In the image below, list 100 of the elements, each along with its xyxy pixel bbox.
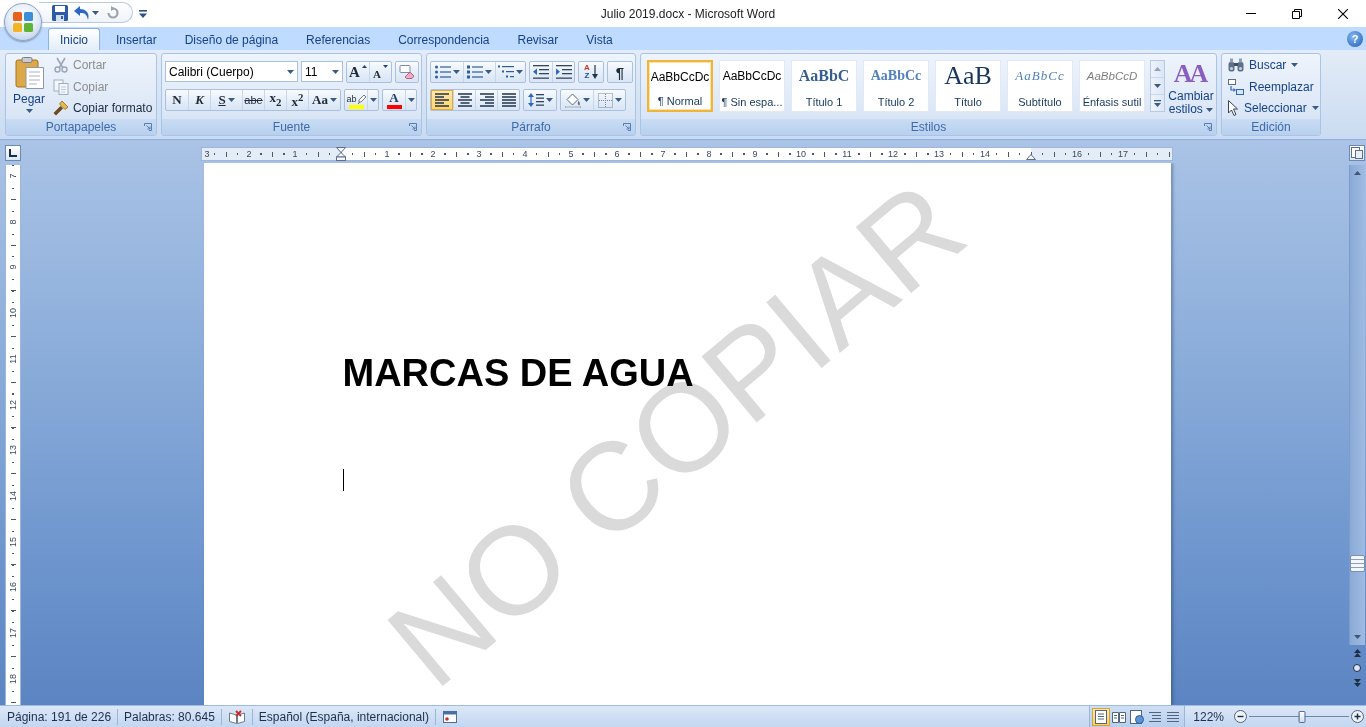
replace-button[interactable]: Reemplazar (1226, 75, 1320, 98)
line-spacing-button[interactable] (523, 89, 557, 111)
sort-button[interactable]: A Z (578, 61, 604, 83)
ruler-number: 17 (8, 626, 18, 640)
left-indent-handle[interactable] (336, 147, 346, 161)
caret-icon (369, 98, 377, 102)
print-layout-button[interactable] (1092, 707, 1111, 726)
ruler-number: 11 (8, 352, 18, 366)
style-gallery-item[interactable]: AaB Título (935, 60, 1001, 112)
find-button[interactable]: Buscar (1226, 54, 1320, 76)
caret-icon (545, 98, 553, 102)
scrollbar-thumb[interactable] (1350, 555, 1365, 572)
view-ruler-button[interactable] (1349, 145, 1365, 161)
ruler-number: 7 (658, 148, 668, 160)
highlight-button[interactable]: ab (345, 90, 367, 110)
caret-icon (92, 10, 99, 15)
ruler-number: 14 (8, 488, 18, 503)
ribbon-tab[interactable]: Insertar (104, 28, 169, 50)
down-triangle-icon (1154, 84, 1161, 88)
dialog-launcher-button[interactable] (144, 123, 152, 131)
ruler-number: 3 (202, 148, 212, 160)
font-size-field[interactable]: 11 (301, 61, 343, 82)
zoom-slider-thumb[interactable] (1298, 710, 1306, 723)
ribbon-tab[interactable]: Vista (574, 28, 625, 50)
caret-up-icon (361, 65, 367, 68)
proofing-button[interactable] (228, 709, 245, 724)
tab-stop-button[interactable] (5, 145, 21, 161)
save-button[interactable] (51, 3, 69, 22)
font-color-button[interactable]: A (383, 90, 405, 110)
superscript-button[interactable]: x$^{2}$ (286, 90, 308, 110)
style-gallery-item[interactable]: AaBbCc Subtítulo (1007, 60, 1073, 112)
style-gallery-item[interactable]: AaBbCcDc ¶ Normal (647, 60, 713, 112)
macro-record-button[interactable] (442, 710, 457, 723)
shrink-font-button[interactable]: A (369, 62, 391, 82)
page-lines-icon (1095, 709, 1108, 724)
zoom-level[interactable]: 122% (1185, 709, 1232, 724)
dialog-launcher-button[interactable] (409, 123, 417, 131)
ribbon-tab[interactable]: Diseño de página (172, 28, 291, 50)
caret-icon (582, 98, 590, 102)
italic-button[interactable]: K (188, 90, 210, 110)
underline-button[interactable]: S (210, 90, 242, 110)
style-gallery-item[interactable]: AaBbCcDc ¶ Sin espa... (719, 60, 785, 112)
caret-icon (407, 98, 415, 102)
indent-icon (555, 65, 572, 79)
corner-arrow-icon (409, 123, 417, 131)
clear-formatting-button[interactable] (395, 61, 419, 83)
ruler-number: 17 (1116, 148, 1130, 160)
highlight-dropdown-button[interactable] (367, 90, 378, 110)
ruler-number: 13 (932, 148, 946, 160)
borders-button[interactable] (593, 90, 625, 110)
select-button[interactable]: Seleccionar (1226, 97, 1320, 119)
app-menu-button[interactable] (4, 3, 42, 41)
style-gallery-item[interactable]: AaBbCcD Énfasis sutil (1079, 60, 1145, 112)
paste-button[interactable]: Pegar (9, 54, 49, 118)
decrease-indent-button[interactable] (530, 62, 552, 82)
web-layout-button[interactable] (1128, 707, 1147, 726)
justify-button[interactable] (497, 90, 519, 110)
word-count[interactable]: Palabras: 80.645 (118, 709, 221, 724)
style-gallery-item[interactable]: AaBbCc Título 2 (863, 60, 929, 112)
ribbon-tab[interactable]: Revisar (505, 28, 571, 50)
caret-icon (227, 98, 235, 102)
font-color-dropdown-button[interactable] (405, 90, 416, 110)
font-family-field[interactable]: Calibri (Cuerpo) (165, 61, 298, 82)
numbering-button[interactable] (463, 62, 495, 82)
ruler-number: 4 (520, 148, 530, 160)
vertical-scrollbar[interactable] (1349, 165, 1365, 645)
change-styles-button[interactable]: AA Cambiar estilos (1167, 55, 1215, 119)
format-painter-button[interactable]: Copiar formato (51, 97, 155, 119)
ribbon-tab[interactable]: Referencias (294, 28, 383, 50)
caret-icon (332, 69, 339, 74)
page-count[interactable]: Página: 191 de 226 (0, 709, 118, 724)
align-left-button[interactable] (431, 90, 453, 110)
language-label[interactable]: Español (España, internacional) (252, 709, 435, 724)
style-gallery-item[interactable]: AaBbC Título 1 (791, 60, 857, 112)
customize-toolbar-button[interactable] (138, 9, 148, 19)
show-formatting-marks-button[interactable]: ¶ (607, 61, 633, 83)
grow-font-button[interactable]: A (347, 62, 369, 82)
multilevel-list-button[interactable] (495, 62, 525, 82)
zoom-out-button[interactable] (1234, 710, 1247, 723)
subscript-button[interactable]: x$_{2}$ (264, 90, 286, 110)
increase-indent-button[interactable] (552, 62, 574, 82)
outline-lines-icon (1149, 710, 1162, 723)
dialog-launcher-button[interactable] (1204, 123, 1212, 131)
ruler-number: 8 (704, 148, 714, 160)
ruler-number: 9 (750, 148, 760, 160)
right-indent-handle[interactable] (1026, 154, 1036, 160)
ribbon-tab[interactable]: Correspondencia (386, 28, 502, 50)
change-case-button[interactable]: Aa (308, 90, 340, 110)
swap-arrow-icon (1228, 78, 1244, 95)
align-right-button[interactable] (475, 90, 497, 110)
strikethrough-button[interactable]: abe (242, 90, 264, 110)
zoom-slider[interactable] (1249, 709, 1349, 724)
ruler-number: 13 (8, 443, 18, 458)
dialog-launcher-button[interactable] (623, 123, 631, 131)
corner-arrow-icon (623, 123, 631, 131)
ribbon-tab[interactable]: Inicio (48, 28, 100, 50)
align-center-button[interactable] (453, 90, 475, 110)
ruler-number: 16 (1070, 148, 1084, 160)
bold-button[interactable]: N (166, 90, 188, 110)
zoom-in-button[interactable] (1351, 710, 1364, 723)
